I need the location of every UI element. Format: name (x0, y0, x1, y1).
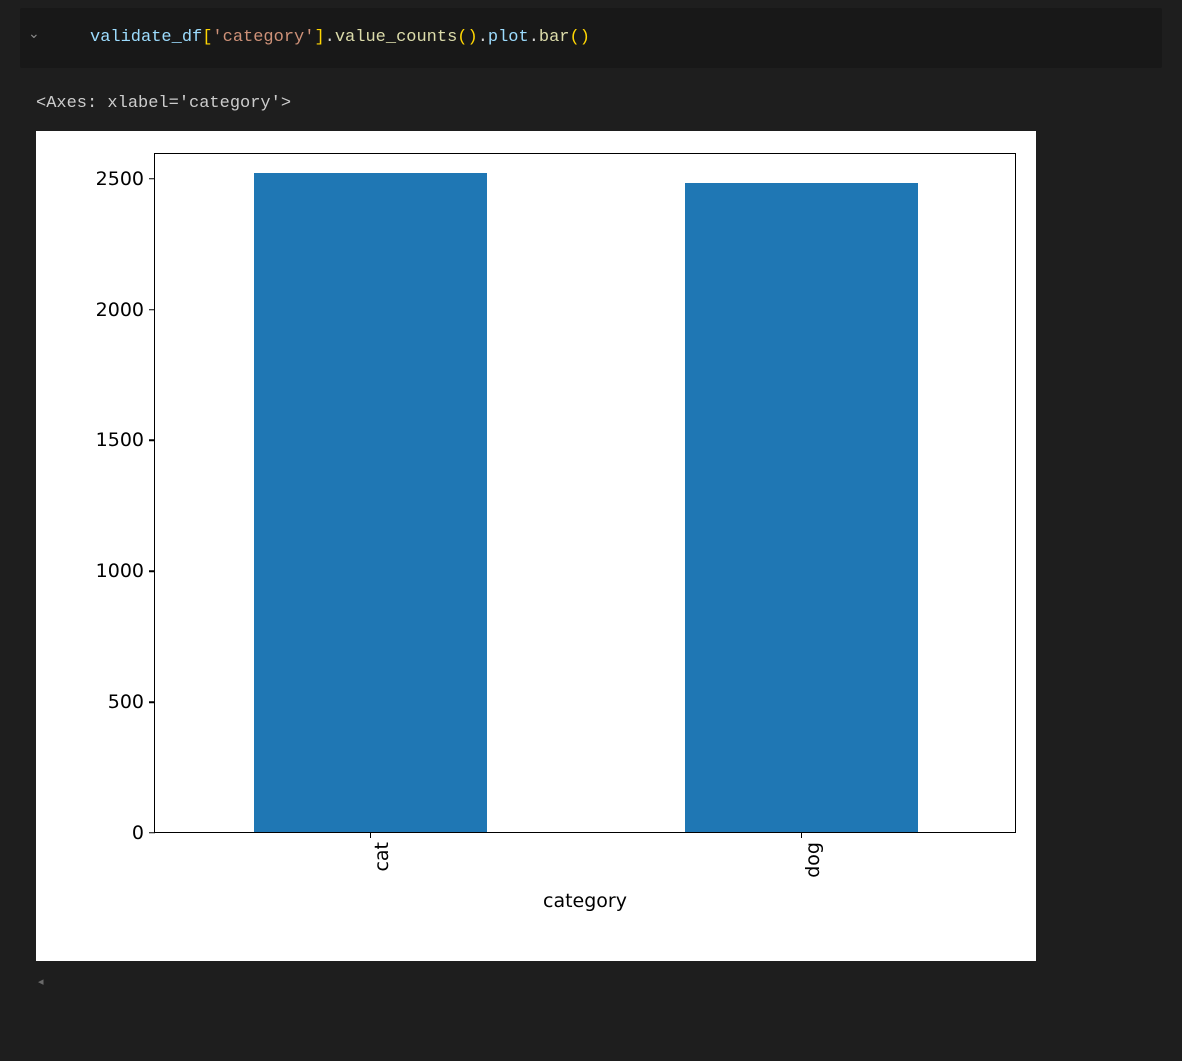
output-repr-text: <Axes: xlabel='category'> (0, 76, 1182, 131)
ytick-label: 2000 (36, 299, 144, 321)
bar-dog (685, 183, 918, 832)
code-token: . (529, 28, 539, 47)
ytick-label: 500 (36, 691, 144, 713)
code-token: plot (488, 28, 529, 47)
ytick-label: 0 (36, 822, 144, 844)
code-token: ] (314, 28, 324, 47)
x-axis-label: category (543, 890, 627, 912)
plot-area: catdogcategory (154, 153, 1016, 833)
xtick-label: dog (802, 842, 824, 878)
notebook-cell: ⌄ validate_df['category'].value_counts()… (0, 8, 1182, 989)
cell-collapse-chevron[interactable]: ⌄ (28, 26, 40, 43)
code-token: . (478, 28, 488, 47)
code-token: value_counts (335, 28, 457, 47)
code-token: bar (539, 28, 570, 47)
code-input-block[interactable]: ⌄ validate_df['category'].value_counts()… (20, 8, 1162, 68)
code-token: validate_df (90, 28, 202, 47)
code-token: () (570, 28, 590, 47)
code-token: . (325, 28, 335, 47)
xtick-label: cat (371, 842, 393, 872)
chart-figure: 05001000150020002500 catdogcategory (36, 131, 1036, 961)
ytick-label: 1000 (36, 560, 144, 582)
output-scroll-caret[interactable]: ◂ (0, 971, 1182, 989)
ytick-label: 2500 (36, 168, 144, 190)
code-token: 'category' (212, 28, 314, 47)
code-line: validate_df['category'].value_counts().p… (90, 26, 1142, 50)
bar-cat (254, 173, 487, 832)
xtick-mark (801, 832, 803, 838)
code-token: [ (202, 28, 212, 47)
ytick-label: 1500 (36, 429, 144, 451)
xtick-mark (370, 832, 372, 838)
code-token: () (457, 28, 477, 47)
